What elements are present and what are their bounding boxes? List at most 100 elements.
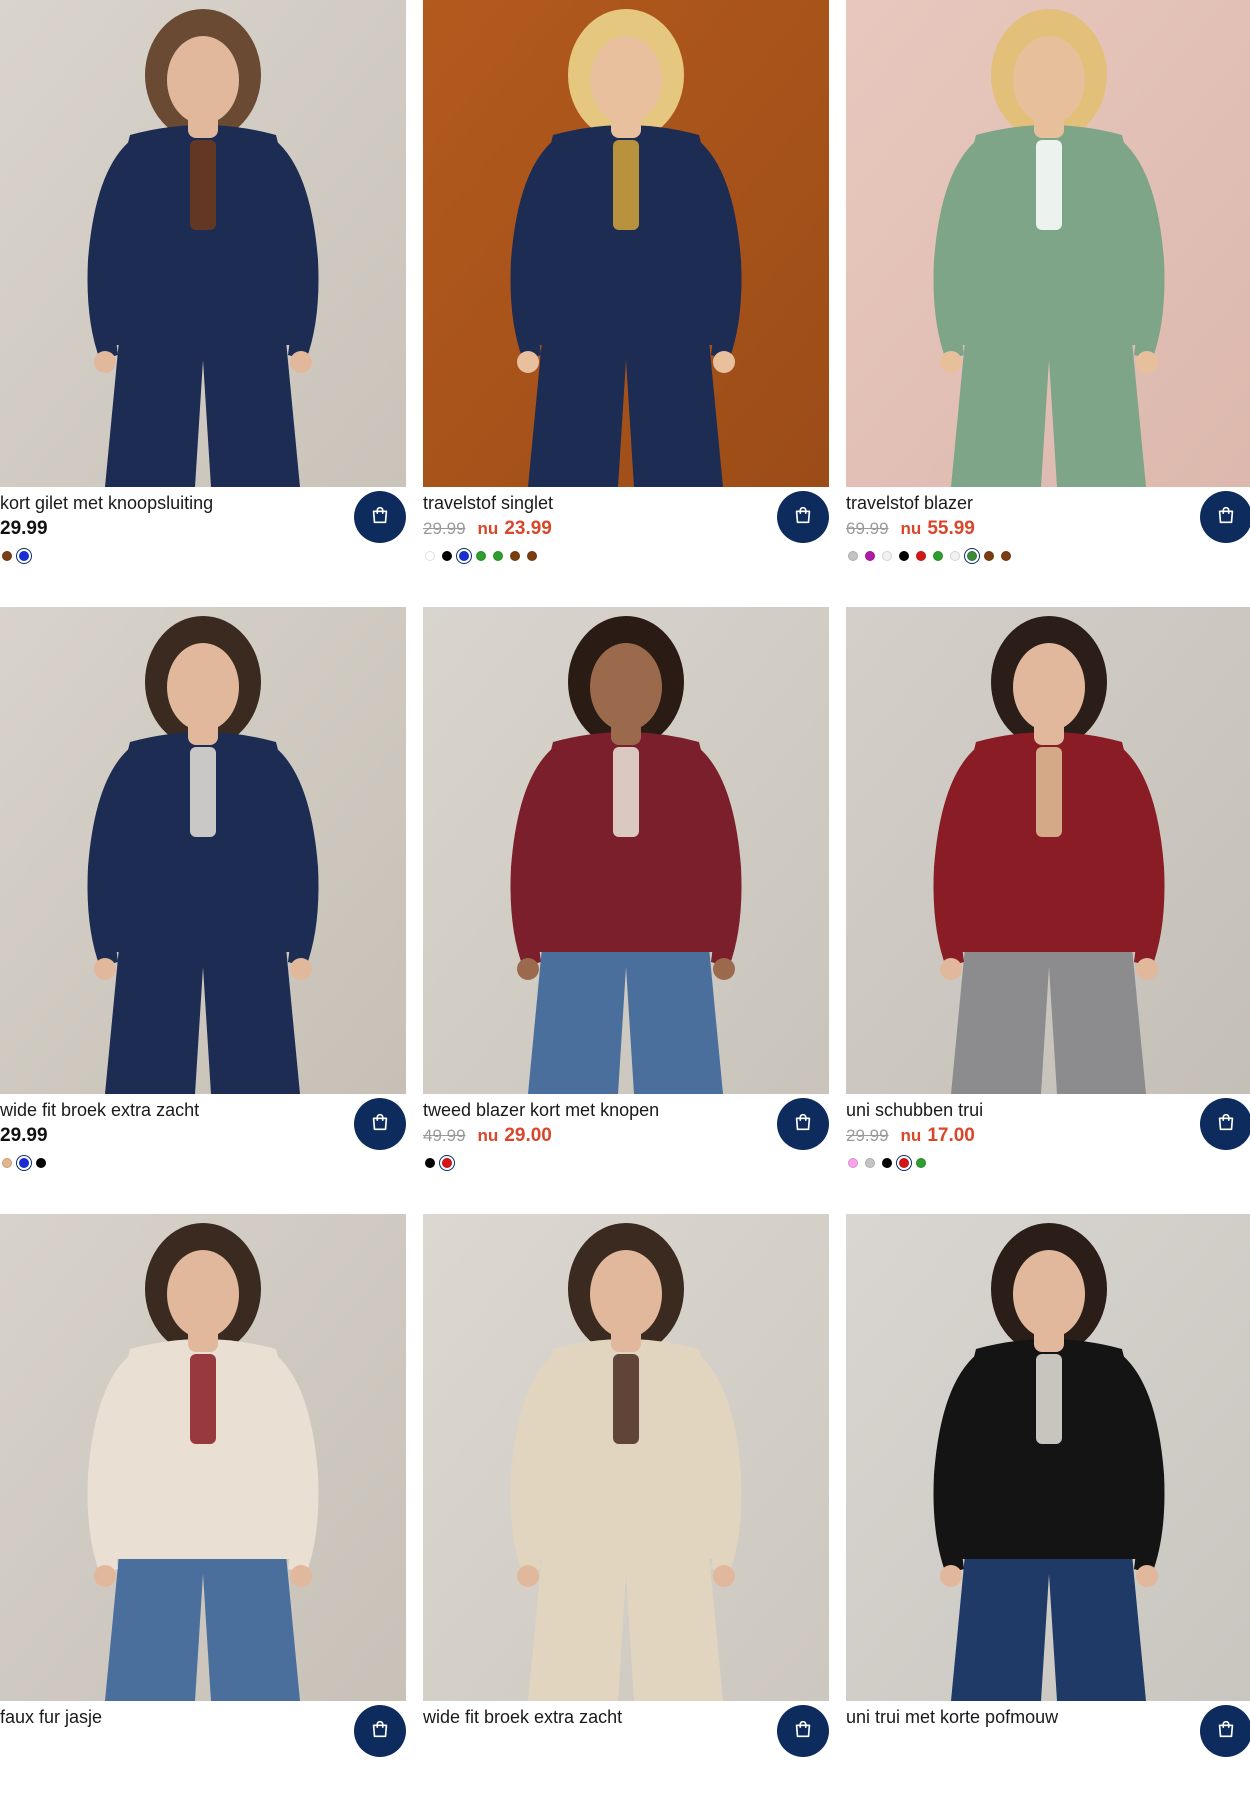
sale-price-value: 29.00 — [504, 1125, 552, 1146]
color-swatch[interactable] — [16, 1155, 32, 1171]
product-card[interactable]: uni schubben trui 29.99 nu 17.00 — [846, 607, 1250, 1213]
add-to-cart-button[interactable] — [1200, 1098, 1250, 1150]
product-title[interactable]: tweed blazer kort met knopen — [423, 1100, 659, 1120]
color-swatches — [848, 1155, 926, 1171]
price-row: 49.99 nu 29.00 — [423, 1125, 552, 1149]
product-image[interactable] — [846, 1214, 1250, 1701]
color-swatches — [425, 548, 537, 564]
product-price: 29.99 — [0, 518, 48, 539]
color-swatches — [2, 548, 32, 564]
shopping-bag-icon — [369, 1111, 391, 1138]
color-swatch[interactable] — [848, 1158, 858, 1168]
color-swatch[interactable] — [964, 548, 980, 564]
color-swatch[interactable] — [439, 1155, 455, 1171]
product-card[interactable]: travelstof singlet 29.99 nu 23.99 — [423, 0, 829, 606]
color-swatch[interactable] — [865, 551, 875, 561]
color-swatch[interactable] — [493, 551, 503, 561]
sale-price-prefix: nu — [477, 1126, 499, 1145]
product-image[interactable] — [423, 0, 829, 487]
color-swatch[interactable] — [425, 551, 435, 561]
original-price: 49.99 — [423, 1126, 466, 1145]
add-to-cart-button[interactable] — [777, 1098, 829, 1150]
color-swatch[interactable] — [882, 551, 892, 561]
color-swatch[interactable] — [16, 548, 32, 564]
sale-price: nu 55.99 — [901, 518, 975, 540]
color-swatch[interactable] — [510, 551, 520, 561]
color-swatches — [425, 1155, 455, 1171]
color-swatch[interactable] — [916, 1158, 926, 1168]
product-title[interactable]: wide fit broek extra zacht — [423, 1707, 622, 1727]
product-card[interactable]: tweed blazer kort met knopen 49.99 nu 29.00 — [423, 607, 829, 1213]
add-to-cart-button[interactable] — [354, 491, 406, 543]
product-title[interactable]: travelstof singlet — [423, 493, 553, 513]
color-swatch[interactable] — [882, 1158, 892, 1168]
shopping-bag-icon — [1215, 504, 1237, 531]
color-swatch[interactable] — [916, 551, 926, 561]
product-image[interactable] — [846, 0, 1250, 487]
color-swatch[interactable] — [1001, 551, 1011, 561]
sale-price: nu 23.99 — [478, 518, 552, 540]
color-swatch[interactable] — [896, 1155, 912, 1171]
color-swatch[interactable] — [865, 1158, 875, 1168]
color-swatch[interactable] — [950, 551, 960, 561]
add-to-cart-button[interactable] — [777, 491, 829, 543]
color-swatch[interactable] — [36, 1158, 46, 1168]
sale-price-value: 23.99 — [504, 518, 552, 539]
product-image[interactable] — [0, 0, 406, 487]
color-swatches — [2, 1155, 46, 1171]
product-card[interactable]: wide fit broek extra zacht — [423, 1214, 829, 1820]
price-row: 29.99 — [0, 518, 48, 542]
product-title[interactable]: travelstof blazer — [846, 493, 973, 513]
color-swatch[interactable] — [2, 551, 12, 561]
shopping-bag-icon — [369, 1718, 391, 1745]
shopping-bag-icon — [792, 504, 814, 531]
product-image[interactable] — [846, 607, 1250, 1094]
add-to-cart-button[interactable] — [777, 1705, 829, 1757]
product-card[interactable]: travelstof blazer 69.99 nu 55.99 — [846, 0, 1250, 606]
product-card[interactable]: faux fur jasje — [0, 1214, 406, 1820]
sale-price-prefix: nu — [900, 519, 922, 538]
add-to-cart-button[interactable] — [1200, 491, 1250, 543]
sale-price: nu 29.00 — [478, 1125, 552, 1147]
color-swatch[interactable] — [2, 1158, 12, 1168]
product-card[interactable]: wide fit broek extra zacht 29.99 — [0, 607, 406, 1213]
product-title[interactable]: uni schubben trui — [846, 1100, 983, 1120]
price-row: 29.99 — [0, 1125, 48, 1149]
product-card[interactable]: uni trui met korte pofmouw — [846, 1214, 1250, 1820]
price-row: 69.99 nu 55.99 — [846, 518, 975, 542]
color-swatch[interactable] — [984, 551, 994, 561]
sale-price: nu 17.00 — [901, 1125, 975, 1147]
sale-price-prefix: nu — [900, 1126, 922, 1145]
color-swatch[interactable] — [527, 551, 537, 561]
color-swatch[interactable] — [476, 551, 486, 561]
color-swatch[interactable] — [442, 551, 452, 561]
product-image[interactable] — [0, 607, 406, 1094]
shopping-bag-icon — [792, 1718, 814, 1745]
add-to-cart-button[interactable] — [1200, 1705, 1250, 1757]
add-to-cart-button[interactable] — [354, 1705, 406, 1757]
product-title[interactable]: faux fur jasje — [0, 1707, 102, 1727]
sale-price-prefix: nu — [477, 519, 499, 538]
color-swatch[interactable] — [456, 548, 472, 564]
product-image[interactable] — [0, 1214, 406, 1701]
product-card[interactable]: kort gilet met knoopsluiting 29.99 — [0, 0, 406, 606]
shopping-bag-icon — [1215, 1111, 1237, 1138]
product-title[interactable]: wide fit broek extra zacht — [0, 1100, 199, 1120]
color-swatch[interactable] — [425, 1158, 435, 1168]
product-grid: kort gilet met knoopsluiting 29.99 travels… — [0, 0, 1250, 1757]
shopping-bag-icon — [369, 504, 391, 531]
sale-price-value: 55.99 — [927, 518, 975, 539]
price-row: 29.99 nu 23.99 — [423, 518, 552, 542]
add-to-cart-button[interactable] — [354, 1098, 406, 1150]
product-image[interactable] — [423, 607, 829, 1094]
color-swatch[interactable] — [848, 551, 858, 561]
sale-price-value: 17.00 — [927, 1125, 975, 1146]
product-title[interactable]: uni trui met korte pofmouw — [846, 1707, 1058, 1727]
product-price: 29.99 — [0, 1125, 48, 1146]
color-swatch[interactable] — [933, 551, 943, 561]
shopping-bag-icon — [792, 1111, 814, 1138]
product-title[interactable]: kort gilet met knoopsluiting — [0, 493, 213, 513]
product-image[interactable] — [423, 1214, 829, 1701]
original-price: 29.99 — [846, 1126, 889, 1145]
color-swatch[interactable] — [899, 551, 909, 561]
